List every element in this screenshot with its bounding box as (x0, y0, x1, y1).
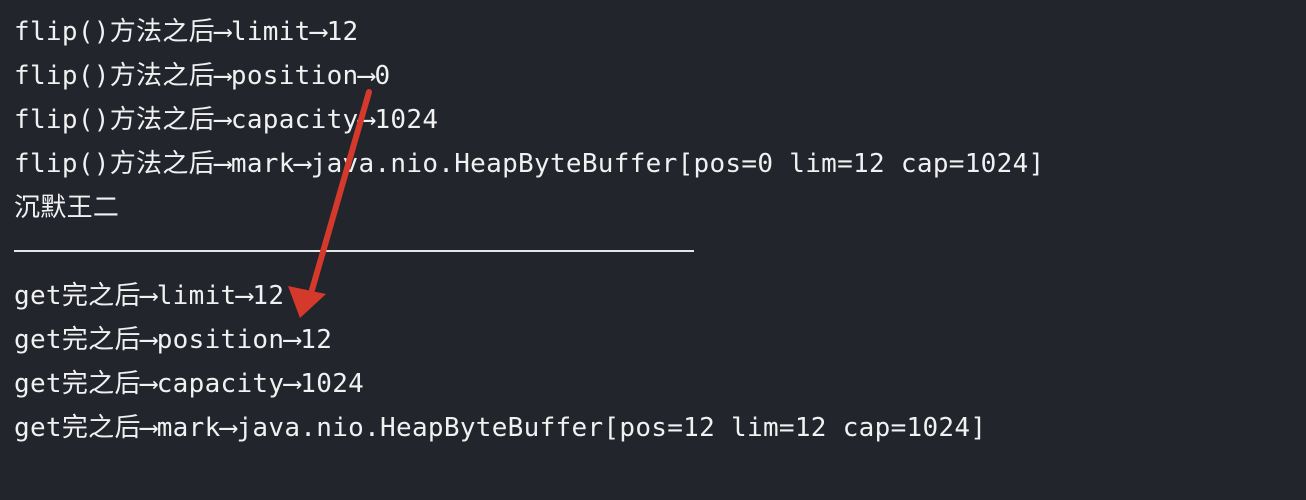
console-line-flip-mark: flip()方法之后⟶mark⟶java.nio.HeapByteBuffer[… (14, 149, 1045, 179)
console-line-flip-position: flip()方法之后⟶position⟶0 (14, 61, 391, 91)
console-output: flip()方法之后⟶limit⟶12 flip()方法之后⟶position⟶… (14, 10, 1296, 490)
console-line-get-capacity: get完之后⟶capacity⟶1024 (14, 369, 365, 399)
console-line-flip-limit: flip()方法之后⟶limit⟶12 (14, 17, 359, 47)
console-line-flip-capacity: flip()方法之后⟶capacity⟶1024 (14, 105, 439, 135)
console-line-get-mark: get完之后⟶mark⟶java.nio.HeapByteBuffer[pos=… (14, 413, 987, 443)
console-line-get-limit: get完之后⟶limit⟶12 (14, 281, 285, 311)
separator-line (14, 250, 694, 252)
console-line-get-position: get完之后⟶position⟶12 (14, 325, 333, 355)
console-line-name: 沉默王二 (14, 193, 120, 223)
